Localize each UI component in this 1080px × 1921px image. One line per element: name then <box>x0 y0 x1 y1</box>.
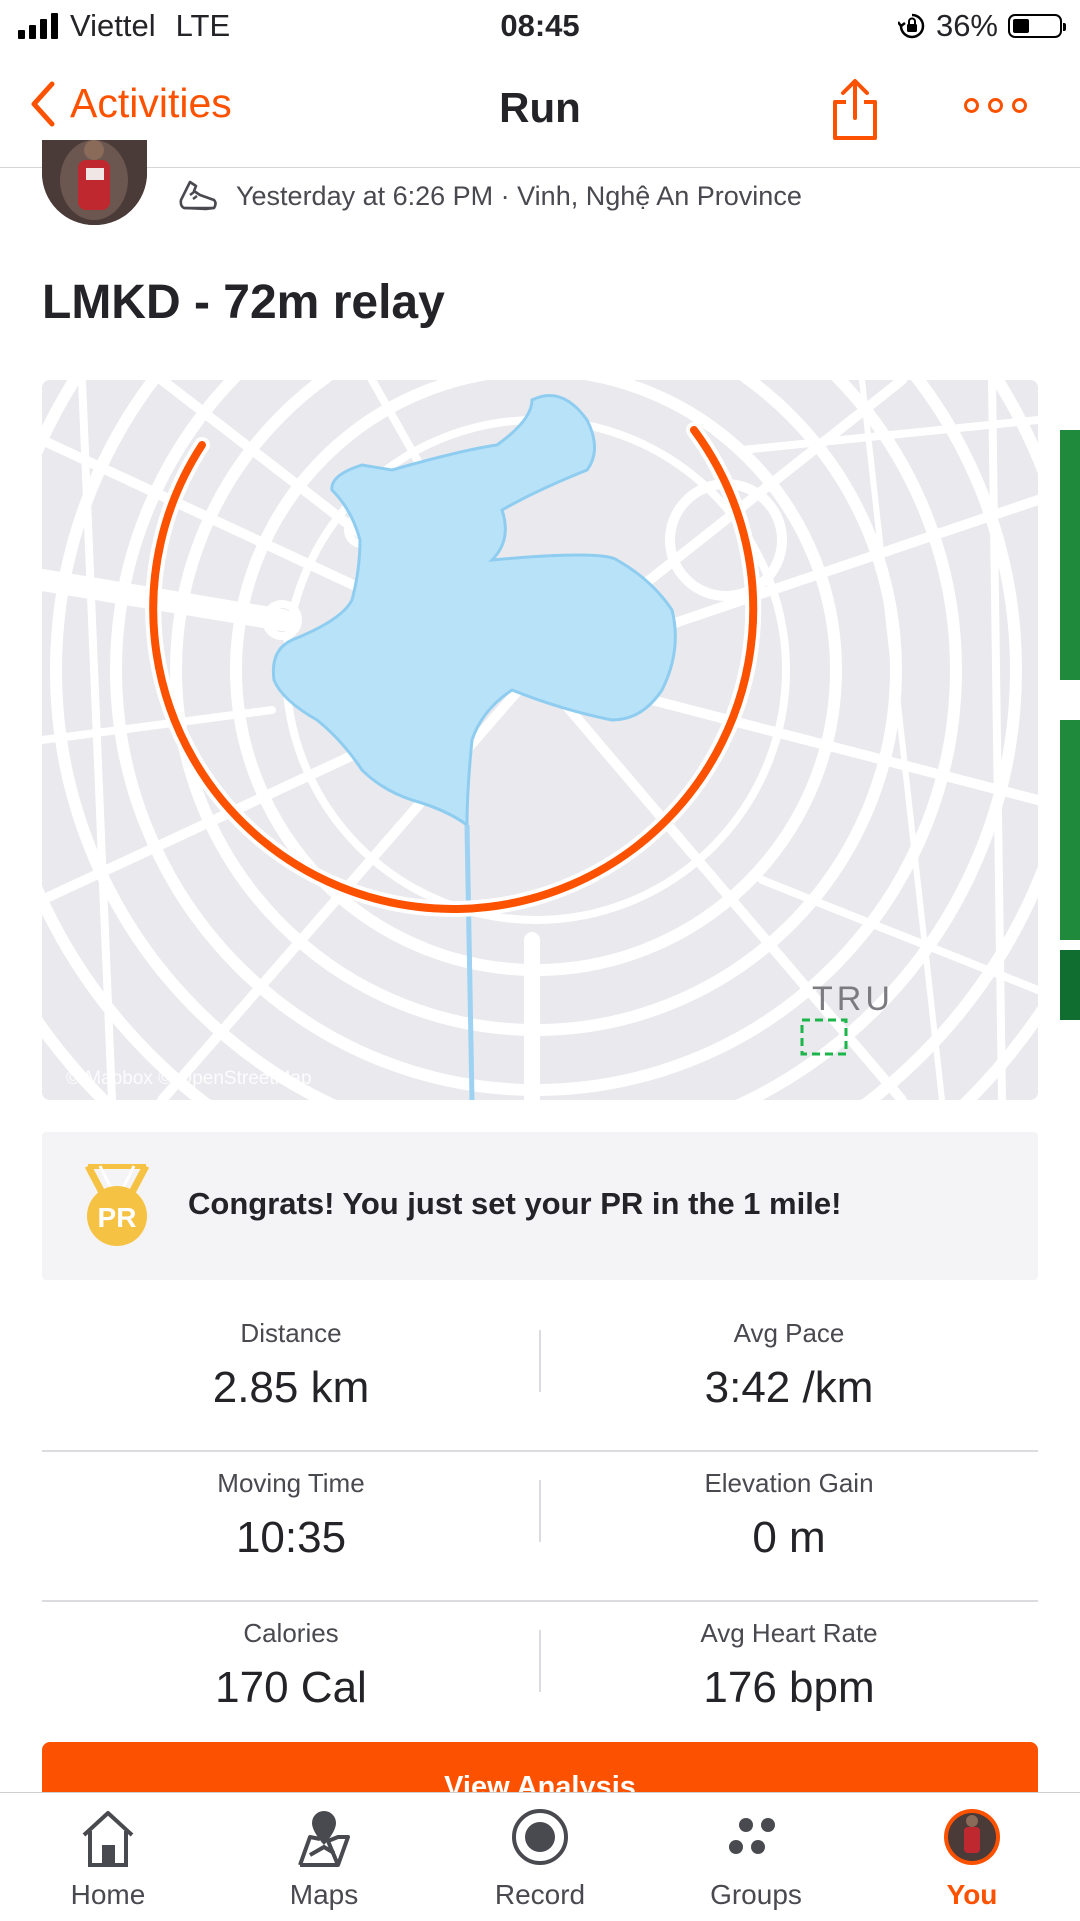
stat-distance: Distance 2.85 km <box>42 1302 540 1413</box>
tab-home[interactable]: Home <box>0 1793 216 1921</box>
stat-moving-time: Moving Time 10:35 <box>42 1452 540 1563</box>
stats-row: Distance 2.85 km Avg Pace 3:42 /km <box>42 1302 1038 1452</box>
stat-value: 0 m <box>752 1513 826 1562</box>
tab-you[interactable]: You <box>864 1793 1080 1921</box>
orientation-lock-icon <box>897 13 925 39</box>
record-icon <box>512 1809 568 1865</box>
page-title: Run <box>499 84 581 131</box>
stat-value: 2.85 km <box>212 1363 370 1412</box>
pr-achievement-banner[interactable]: PR Congrats! You just set your PR in the… <box>42 1132 1038 1280</box>
activity-meta: Yesterday at 6:26 PM · Vinh, Nghệ An Pro… <box>178 178 802 214</box>
athlete-avatar[interactable] <box>42 140 147 225</box>
stats-row: Moving Time 10:35 Elevation Gain 0 m <box>42 1452 1038 1602</box>
stats-row: Calories 170 Cal Avg Heart Rate 176 bpm <box>42 1602 1038 1750</box>
tab-groups[interactable]: Groups <box>648 1793 864 1921</box>
more-icon[interactable] <box>964 98 1027 113</box>
stat-label: Elevation Gain <box>704 1468 874 1498</box>
stat-avg-pace: Avg Pace 3:42 /km <box>540 1302 1038 1413</box>
maps-icon <box>298 1811 350 1867</box>
run-shoe-icon <box>179 180 217 211</box>
stat-label: Moving Time <box>217 1468 365 1498</box>
activity-date-location: Yesterday at 6:26 PM · Vinh, Nghệ An Pro… <box>236 180 802 211</box>
stat-value: 176 bpm <box>703 1663 875 1712</box>
groups-icon <box>729 1818 775 1854</box>
tab-maps[interactable]: Maps <box>216 1793 432 1921</box>
stat-value: 10:35 <box>235 1513 347 1562</box>
stat-label: Calories <box>243 1618 339 1648</box>
route-map[interactable]: TRU <box>42 380 1038 1100</box>
tab-label: Home <box>70 1879 146 1910</box>
share-icon[interactable] <box>830 78 880 142</box>
stat-value: 3:42 /km <box>704 1363 874 1412</box>
battery-percent: 36% <box>935 8 998 43</box>
avatar-icon <box>944 1809 1000 1865</box>
stat-label: Avg Heart Rate <box>700 1618 878 1648</box>
tab-label: Maps <box>289 1879 359 1910</box>
tab-label: You <box>946 1879 998 1910</box>
stat-value: 170 Cal <box>215 1663 367 1712</box>
nav-bar: Activities Run <box>0 54 1080 168</box>
home-icon <box>82 1811 134 1867</box>
stats-grid: Distance 2.85 km Avg Pace 3:42 /km Movin… <box>42 1302 1038 1750</box>
status-bar: Viettel LTE 08:45 36% <box>0 0 1080 54</box>
stat-avg-heart-rate: Avg Heart Rate 176 bpm <box>540 1602 1038 1713</box>
map-attribution: © Mapbox © OpenStreetMap <box>66 1068 312 1089</box>
tab-label: Groups <box>710 1879 802 1910</box>
tab-record[interactable]: Record <box>432 1793 648 1921</box>
stat-calories: Calories 170 Cal <box>42 1602 540 1713</box>
stat-elevation-gain: Elevation Gain 0 m <box>540 1452 1038 1563</box>
map-place-label: TRU <box>812 980 894 1018</box>
battery-icon <box>1008 14 1066 38</box>
pr-medal-icon: PR <box>84 1164 150 1246</box>
side-ad-strip <box>1060 430 1080 1020</box>
tab-bar: Home Maps Record Groups You <box>0 1792 1080 1921</box>
pr-message: Congrats! You just set your PR in the 1 … <box>188 1186 842 1221</box>
tab-label: Record <box>494 1879 586 1910</box>
status-right: 36% <box>897 8 1066 44</box>
pr-medal-text: PR <box>98 1202 137 1233</box>
stat-label: Avg Pace <box>733 1318 845 1348</box>
stat-label: Distance <box>240 1318 342 1348</box>
activity-title: LMKD - 72m relay <box>42 276 445 329</box>
